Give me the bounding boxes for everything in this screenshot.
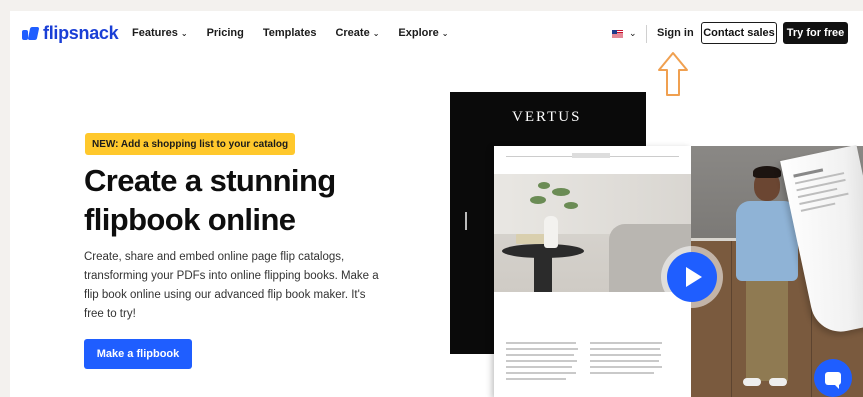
shoe xyxy=(769,378,787,386)
plant-leaf xyxy=(538,182,550,189)
new-feature-badge[interactable]: NEW: Add a shopping list to your catalog xyxy=(85,133,296,155)
chevron-down-icon: ⌄ xyxy=(441,28,449,38)
nav-features-label: Features xyxy=(132,27,178,39)
arrow-up-icon xyxy=(658,52,688,96)
page: flipsnack Features ⌄ Pricing Templates C… xyxy=(10,11,863,397)
play-video-button[interactable] xyxy=(667,252,717,302)
nav-create-label: Create xyxy=(335,27,370,39)
nav-pricing[interactable]: Pricing xyxy=(207,27,244,39)
chevron-down-icon: ⌄ xyxy=(180,28,188,38)
nav-explore-label: Explore xyxy=(398,27,439,39)
language-selector[interactable]: ⌄ xyxy=(612,28,637,39)
person-hair xyxy=(753,166,781,178)
page-headline: Create a stunning flipbook online xyxy=(84,161,444,239)
nav-divider xyxy=(646,25,647,43)
chat-icon xyxy=(825,371,841,389)
person-shirt xyxy=(736,201,798,281)
sign-in-link[interactable]: Sign in xyxy=(657,27,694,39)
nav-features[interactable]: Features ⌄ xyxy=(132,27,188,39)
logo-text: flipsnack xyxy=(43,23,119,43)
table-leg xyxy=(534,254,552,292)
plant-leaf xyxy=(530,196,546,204)
plant-leaf xyxy=(552,188,570,196)
top-navigation: flipsnack Features ⌄ Pricing Templates C… xyxy=(10,11,863,96)
open-catalog-page xyxy=(494,146,691,397)
hero-description: Create, share and embed online page flip… xyxy=(84,251,379,320)
main-menu: Features ⌄ Pricing Templates Create ⌄ Ex… xyxy=(132,27,467,39)
shoe xyxy=(743,378,761,386)
contact-sales-button[interactable]: Contact sales xyxy=(701,22,777,44)
plant-leaf xyxy=(564,202,578,209)
interior-photo xyxy=(494,174,691,292)
vase xyxy=(544,216,558,248)
curl-text-placeholder xyxy=(793,164,851,216)
catalog-title: VERTUS xyxy=(512,109,582,125)
try-for-free-button[interactable]: Try for free xyxy=(783,22,848,44)
us-flag-icon xyxy=(612,29,623,38)
page-header-tag xyxy=(572,153,610,158)
cabinet-line xyxy=(731,241,732,397)
nav-templates[interactable]: Templates xyxy=(263,27,317,39)
chat-widget-button[interactable] xyxy=(814,359,852,397)
nav-templates-label: Templates xyxy=(262,27,317,39)
headline-line-2: flipbook online xyxy=(84,202,296,237)
nav-pricing-label: Pricing xyxy=(206,27,244,39)
cover-spine-mark xyxy=(465,212,467,230)
flipsnack-logo[interactable]: flipsnack xyxy=(22,23,119,44)
logo-mark-icon xyxy=(22,26,40,41)
play-icon xyxy=(686,267,702,287)
person-legs xyxy=(746,281,788,381)
chevron-down-icon: ⌄ xyxy=(629,28,637,38)
make-flipbook-button[interactable]: Make a flipbook xyxy=(84,339,192,369)
nav-explore[interactable]: Explore ⌄ xyxy=(398,27,448,39)
headline-line-1: Create a stunning xyxy=(84,163,336,198)
chevron-down-icon: ⌄ xyxy=(372,28,380,38)
nav-create[interactable]: Create ⌄ xyxy=(335,27,379,39)
